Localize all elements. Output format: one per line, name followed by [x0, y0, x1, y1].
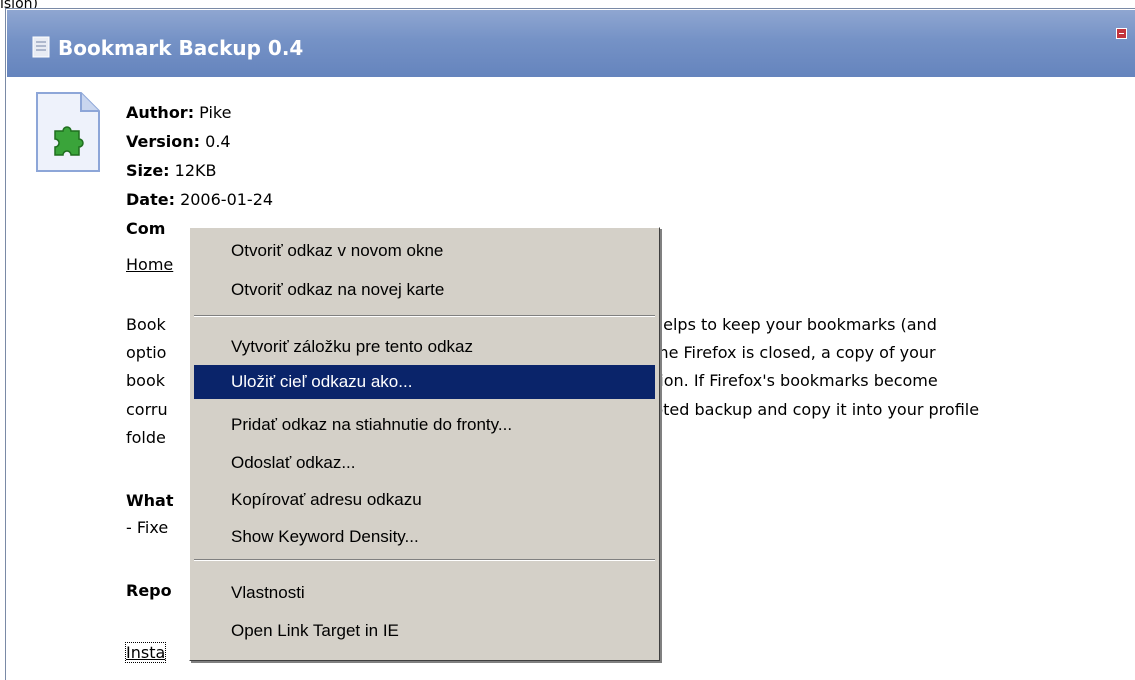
- description-line-3: book: [126, 371, 165, 390]
- description-line-1-end: helps to keep your bookmarks (and: [653, 315, 937, 334]
- panel-header: Bookmark Backup 0.4: [7, 10, 1135, 77]
- author-label: Author:: [126, 103, 195, 122]
- size-value: 12KB: [169, 161, 217, 180]
- context-menu: Otvoriť odkaz v novom okne Otvoriť odkaz…: [189, 227, 660, 661]
- document-icon: [32, 36, 50, 58]
- description-line-3-end: tion. If Firefox's bookmarks become: [653, 371, 938, 390]
- homepage-link[interactable]: Home: [126, 255, 173, 274]
- description-line-4-end: pted backup and copy it into your profil…: [653, 400, 980, 419]
- description-line-1-start: Book: [126, 315, 166, 334]
- menu-separator: [194, 315, 655, 317]
- menu-item-open-new-tab[interactable]: Otvoriť odkaz na novej karte: [194, 273, 655, 307]
- compatibility-row: Com: [126, 217, 165, 241]
- menu-item-properties[interactable]: Vlastnosti: [194, 576, 655, 610]
- description-line-1: Book: [126, 315, 166, 334]
- description-line-4: corru: [126, 400, 168, 419]
- version-value: 0.4: [200, 132, 231, 151]
- menu-item-send-link[interactable]: Odoslať odkaz...: [194, 446, 655, 480]
- extension-file-icon: [36, 92, 100, 172]
- author-value: Pike: [194, 103, 232, 122]
- menu-item-bookmark-link[interactable]: Vytvoriť záložku pre tento odkaz: [194, 330, 655, 364]
- date-row: Date: 2006-01-24: [126, 188, 273, 212]
- size-label: Size:: [126, 161, 170, 180]
- panel-title: Bookmark Backup 0.4: [58, 36, 304, 60]
- description-line-5: folde: [126, 428, 166, 447]
- description-line-4-start: corru: [126, 400, 168, 419]
- menu-item-open-in-ie[interactable]: Open Link Target in IE: [194, 614, 655, 648]
- author-row: Author: Pike: [126, 101, 231, 125]
- collapse-icon[interactable]: [1116, 28, 1127, 39]
- report-heading: Repo: [126, 581, 172, 600]
- description-line-2: optio: [126, 343, 166, 362]
- menu-separator: [194, 559, 655, 561]
- install-link[interactable]: Insta: [124, 642, 167, 663]
- description-line-3-start: book: [126, 371, 165, 390]
- menu-item-save-link-as[interactable]: Uložiť cieľ odkazu ako...: [194, 365, 655, 399]
- whats-new-item: - Fixe: [126, 518, 169, 537]
- whats-new-heading: What: [126, 491, 174, 510]
- date-label: Date:: [126, 190, 175, 209]
- description-line-2-start: optio: [126, 343, 167, 362]
- version-label: Version:: [126, 132, 201, 151]
- homepage-row: Home: [126, 253, 173, 277]
- description-line-5-start: folde: [126, 428, 166, 447]
- top-strip: ision): [0, 0, 1135, 12]
- description-line-2-end: me Firefox is closed, a copy of your: [653, 343, 936, 362]
- compatibility-label: Com: [126, 219, 166, 238]
- menu-item-copy-link-address[interactable]: Kopírovať adresu odkazu: [194, 483, 655, 517]
- size-row: Size: 12KB: [126, 159, 217, 183]
- menu-item-open-new-window[interactable]: Otvoriť odkaz v novom okne: [194, 234, 655, 268]
- menu-item-keyword-density[interactable]: Show Keyword Density...: [194, 520, 655, 554]
- date-value: 2006-01-24: [174, 190, 274, 209]
- menu-item-queue-download[interactable]: Pridať odkaz na stiahnutie do fronty...: [194, 408, 655, 442]
- install-link-text[interactable]: Insta: [126, 643, 165, 662]
- version-row: Version: 0.4: [126, 130, 231, 154]
